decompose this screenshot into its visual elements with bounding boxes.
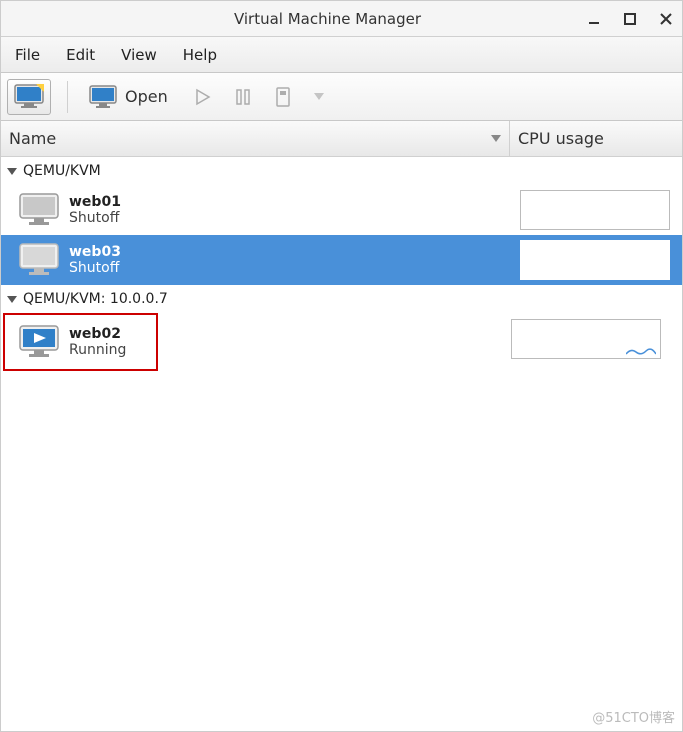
window: Virtual Machine Manager File Edit View H… [0, 0, 683, 732]
window-title: Virtual Machine Manager [69, 10, 586, 28]
vm-status: Running [69, 342, 126, 358]
titlebar: Virtual Machine Manager [1, 1, 682, 37]
column-cpu[interactable]: CPU usage [510, 121, 682, 156]
new-vm-button[interactable] [7, 79, 51, 115]
cpu-graph [511, 319, 661, 359]
chevron-down-icon [7, 296, 17, 303]
vm-name: web02 [69, 326, 126, 342]
menu-help[interactable]: Help [173, 42, 227, 68]
column-name-label: Name [9, 129, 56, 148]
open-label: Open [125, 87, 168, 106]
minimize-button[interactable] [586, 11, 602, 27]
connection-label: QEMU/KVM: 10.0.0.7 [23, 291, 168, 307]
shutdown-menu-button[interactable] [307, 79, 331, 115]
shutdown-button[interactable] [267, 79, 299, 115]
watermark: @51CTO博客 [592, 707, 675, 726]
sort-indicator-icon [491, 135, 501, 142]
column-cpu-label: CPU usage [518, 129, 604, 148]
vm-tree[interactable]: QEMU/KVM web01 Shutoff [1, 157, 682, 731]
connection-group[interactable]: QEMU/KVM [1, 157, 682, 185]
vm-name: web03 [69, 244, 121, 260]
connection-group[interactable]: QEMU/KVM: 10.0.0.7 [1, 285, 682, 313]
vm-running-icon [19, 325, 59, 359]
vm-row[interactable]: web01 Shutoff [1, 185, 682, 235]
vm-row[interactable]: web03 Shutoff [1, 235, 682, 285]
column-name[interactable]: Name [1, 121, 510, 156]
vm-off-icon [19, 243, 59, 277]
menu-file[interactable]: File [5, 42, 50, 68]
menubar: File Edit View Help [1, 37, 682, 73]
vm-status: Shutoff [69, 260, 121, 276]
toolbar-separator [67, 81, 68, 113]
vm-status: Shutoff [69, 210, 121, 226]
vm-row[interactable]: web02 Running [3, 313, 158, 371]
cpu-graph [520, 190, 670, 230]
vm-off-icon [19, 193, 59, 227]
maximize-button[interactable] [622, 11, 638, 27]
open-button[interactable]: Open [84, 79, 179, 115]
connection-label: QEMU/KVM [23, 163, 101, 179]
pause-button[interactable] [227, 79, 259, 115]
vm-name: web01 [69, 194, 121, 210]
toolbar: Open [1, 73, 682, 121]
menu-view[interactable]: View [111, 42, 167, 68]
run-button[interactable] [187, 79, 219, 115]
column-headers: Name CPU usage [1, 121, 682, 157]
menu-edit[interactable]: Edit [56, 42, 105, 68]
chevron-down-icon [7, 168, 17, 175]
cpu-graph [520, 240, 670, 280]
close-button[interactable] [658, 11, 674, 27]
